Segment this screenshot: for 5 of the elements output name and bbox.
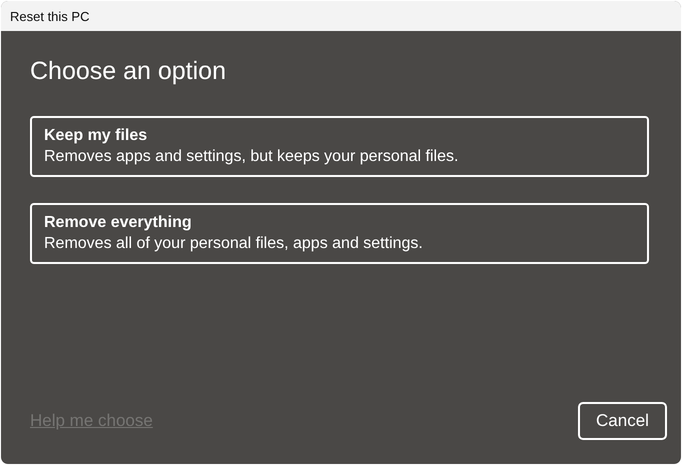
option-button[interactable]: Remove everything Removes all of your personal files, apps and settings. xyxy=(30,203,649,264)
window-title: Reset this PC xyxy=(10,8,90,24)
option-button[interactable]: Keep my files Removes apps and settings, but keeps your personal files. xyxy=(30,116,649,177)
heading: Choose an option xyxy=(30,56,227,87)
cancel-button[interactable]: Cancel xyxy=(578,402,667,440)
